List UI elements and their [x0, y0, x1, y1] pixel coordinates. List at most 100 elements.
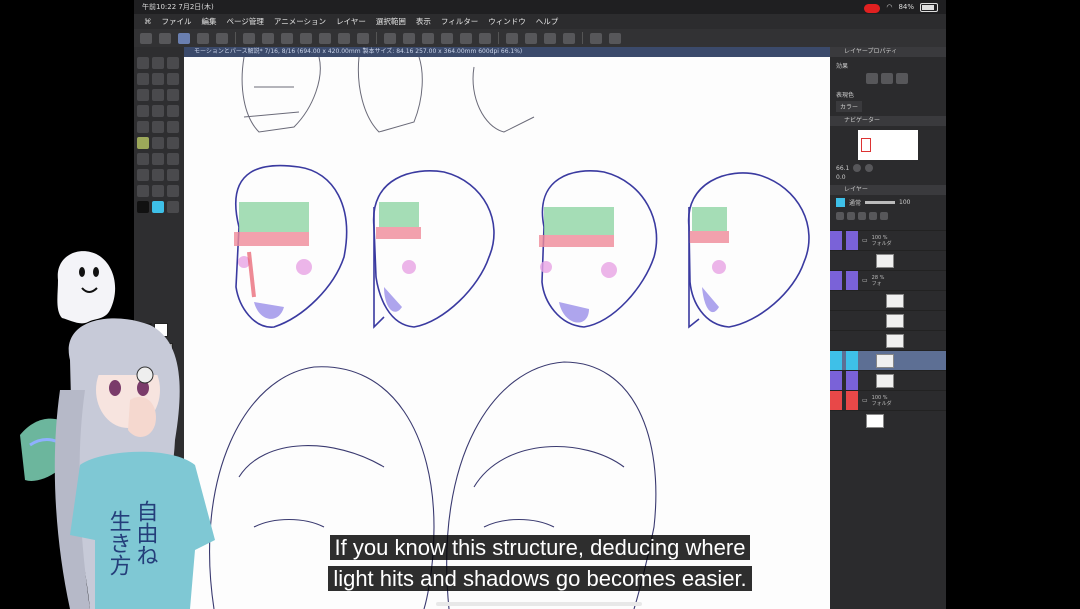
drawing-canvas[interactable]	[184, 57, 830, 609]
layer-lock-icon[interactable]	[846, 251, 858, 270]
layer-row[interactable]	[830, 250, 946, 270]
layer-visibility-icon[interactable]	[830, 351, 842, 370]
line-tool-icon[interactable]	[152, 153, 164, 165]
clear-icon[interactable]	[460, 32, 472, 44]
deselect-icon[interactable]	[403, 32, 415, 44]
magic-wand-icon[interactable]	[152, 89, 164, 101]
rectangle-tool-icon[interactable]	[137, 169, 149, 181]
transform-icon[interactable]	[563, 32, 575, 44]
layer-edit-icon[interactable]	[846, 351, 858, 370]
layer-row[interactable]: ▭ 28 % フォ	[830, 270, 946, 290]
layer-lock-icon[interactable]	[846, 231, 858, 250]
layer-color-swatch[interactable]	[836, 198, 845, 207]
layer-lock-icon[interactable]	[846, 371, 858, 390]
invert-selection-icon[interactable]	[422, 32, 434, 44]
layer-visibility-icon[interactable]	[830, 311, 842, 330]
blend-icon[interactable]	[167, 121, 179, 133]
hand-tool-icon[interactable]	[152, 57, 164, 69]
effect-tone-icon[interactable]	[881, 73, 893, 84]
eyedropper-tool-icon[interactable]	[167, 73, 179, 85]
airbrush-icon[interactable]	[137, 121, 149, 133]
pencil-icon[interactable]	[152, 105, 164, 117]
zoom-value[interactable]: 66.1	[836, 165, 849, 172]
check-icon[interactable]	[590, 32, 602, 44]
ruler-tool-icon[interactable]	[167, 169, 179, 181]
layer-row-selected[interactable]	[830, 350, 946, 370]
layer-visibility-icon[interactable]	[830, 271, 842, 290]
effect-border-icon[interactable]	[866, 73, 878, 84]
save-icon[interactable]	[281, 32, 293, 44]
layer-lock-icon[interactable]	[846, 331, 858, 350]
layer-row[interactable]	[830, 370, 946, 390]
layer-panel-header[interactable]: レイヤー	[830, 185, 946, 195]
redo-icon[interactable]	[357, 32, 369, 44]
blend-mode-select[interactable]: 通常	[849, 198, 861, 207]
flip-vertical-icon[interactable]	[525, 32, 537, 44]
home-indicator[interactable]	[436, 602, 642, 606]
app-logo-icon[interactable]: ⌘	[144, 14, 152, 29]
layer-visibility-icon[interactable]	[830, 371, 842, 390]
layer-row[interactable]: ▭ 100 % フォルダ	[830, 390, 946, 410]
balloon-tool-icon[interactable]	[152, 185, 164, 197]
new-folder-icon[interactable]	[847, 212, 855, 220]
frame-tool-icon[interactable]	[152, 169, 164, 181]
brush-icon[interactable]	[167, 105, 179, 117]
layer-visibility-icon[interactable]	[830, 251, 842, 270]
menu-selection[interactable]: 選択範囲	[376, 14, 406, 29]
brush-tool-icon[interactable]	[159, 32, 171, 44]
zoom-tool-icon[interactable]	[137, 57, 149, 69]
navigator-header[interactable]: ナビゲーター	[830, 116, 946, 126]
settings-icon[interactable]	[609, 32, 621, 44]
delete-layer-icon[interactable]	[858, 212, 866, 220]
layer-lock-icon[interactable]	[846, 411, 858, 430]
object-tool-icon[interactable]	[152, 73, 164, 85]
layer-visibility-icon[interactable]	[830, 331, 842, 350]
layer-visibility-icon[interactable]	[830, 411, 842, 430]
layer-lock-icon[interactable]	[846, 311, 858, 330]
correction-tool-icon[interactable]	[167, 185, 179, 197]
menu-help[interactable]: ヘルプ	[536, 14, 559, 29]
opacity-value[interactable]: 100	[899, 199, 910, 206]
mask-icon[interactable]	[869, 212, 877, 220]
menu-layer[interactable]: レイヤー	[336, 14, 366, 29]
menu-view[interactable]: 表示	[416, 14, 431, 29]
new-layer-icon[interactable]	[836, 212, 844, 220]
eraser-tool-icon[interactable]	[137, 137, 149, 149]
flip-horizontal-icon[interactable]	[506, 32, 518, 44]
menu-toggle-icon[interactable]	[140, 32, 152, 44]
menu-page[interactable]: ページ管理	[227, 14, 264, 29]
crop-icon[interactable]	[479, 32, 491, 44]
ellipse-tool-icon[interactable]	[167, 153, 179, 165]
stepper-icon[interactable]	[197, 32, 209, 44]
dropper-icon[interactable]	[167, 89, 179, 101]
layer-lock-icon[interactable]	[846, 271, 858, 290]
transparent-color-icon[interactable]	[167, 201, 179, 213]
document-tab[interactable]: モーションとパース解説* 7/16, 8/16 (694.00 x 420.00…	[184, 47, 830, 57]
lasso-tool-icon[interactable]	[137, 89, 149, 101]
material-icon[interactable]	[216, 32, 228, 44]
rotation-value[interactable]: 0.0	[836, 174, 846, 181]
print-icon[interactable]	[319, 32, 331, 44]
figure-tool-icon[interactable]	[137, 153, 149, 165]
menu-edit[interactable]: 編集	[202, 14, 217, 29]
clip-icon[interactable]	[880, 212, 888, 220]
menu-filter[interactable]: フィルター	[441, 14, 478, 29]
main-color-icon[interactable]	[137, 201, 149, 213]
layer-property-header[interactable]: レイヤープロパティ	[830, 47, 946, 57]
layer-row[interactable]	[830, 330, 946, 350]
undo-icon[interactable]	[338, 32, 350, 44]
move-tool-icon[interactable]	[137, 73, 149, 85]
gradient-tool-icon[interactable]	[167, 137, 179, 149]
layer-row[interactable]	[830, 290, 946, 310]
layer-row[interactable]: ▭ 100 % フォルダ	[830, 230, 946, 250]
fill-icon[interactable]	[441, 32, 453, 44]
pen-tool-icon[interactable]	[178, 32, 190, 44]
text-tool-icon[interactable]	[137, 185, 149, 197]
layer-visibility-icon[interactable]	[830, 391, 842, 410]
rotate-icon[interactable]	[544, 32, 556, 44]
select-all-icon[interactable]	[384, 32, 396, 44]
opacity-slider[interactable]	[865, 201, 896, 204]
layer-visibility-icon[interactable]	[830, 231, 842, 250]
layer-row[interactable]	[830, 310, 946, 330]
menu-animation[interactable]: アニメーション	[274, 14, 326, 29]
